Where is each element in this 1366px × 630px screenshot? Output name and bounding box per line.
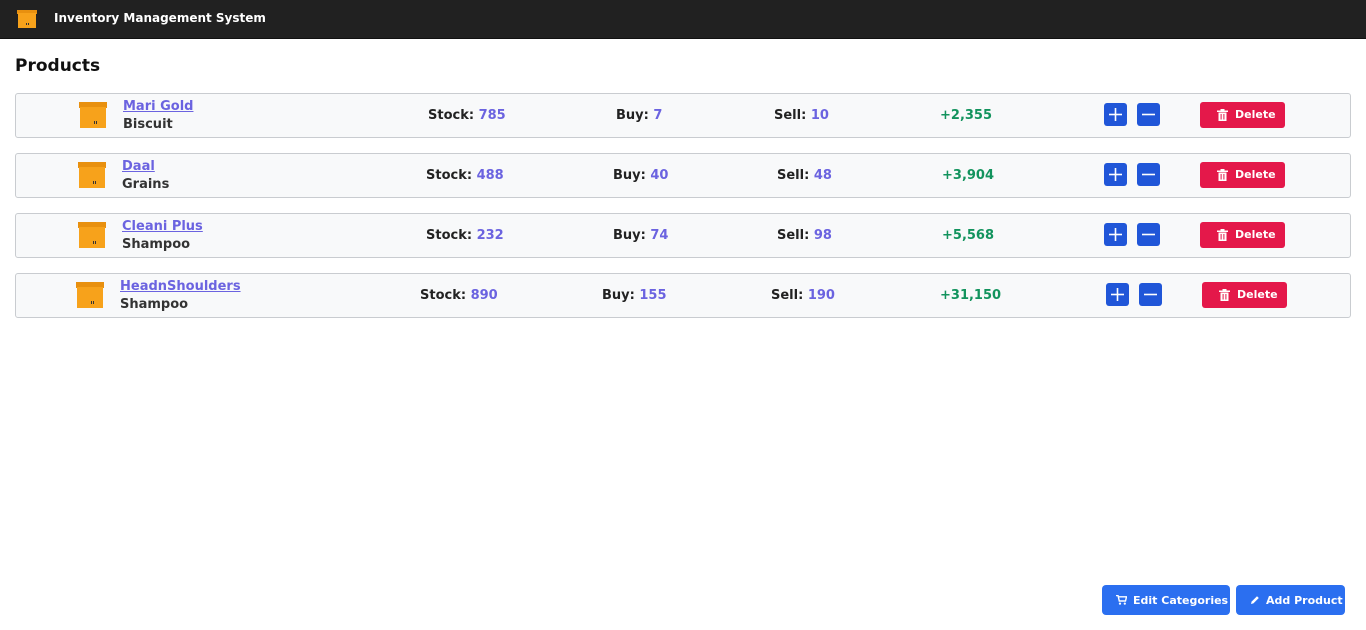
increase-stock-button[interactable] [1106, 283, 1129, 306]
product-name-link[interactable]: Mari Gold [123, 99, 193, 114]
stock-stat: Stock: 488 [426, 168, 504, 183]
stock-value: 232 [476, 228, 504, 243]
increase-stock-button[interactable] [1104, 103, 1127, 126]
product-row: Daal Grains Stock: 488 Buy: 40 Sell: 48 … [15, 153, 1351, 198]
box-icon [79, 102, 107, 128]
minus-icon [1142, 233, 1155, 236]
stock-stat: Stock: 232 [426, 228, 504, 243]
plus-icon [1111, 288, 1124, 301]
product-category: Shampoo [120, 297, 189, 312]
increase-stock-button[interactable] [1104, 163, 1127, 186]
sell-value: 98 [813, 228, 832, 243]
sell-value: 48 [813, 168, 832, 183]
app-title: Inventory Management System [54, 11, 266, 25]
stock-label: Stock: [426, 168, 473, 183]
sell-value: 190 [807, 288, 835, 303]
box-icon [17, 10, 37, 28]
plus-icon [1109, 108, 1122, 121]
sell-label: Sell: [777, 168, 810, 183]
stock-value: 488 [476, 168, 504, 183]
plus-icon [1109, 168, 1122, 181]
edit-categories-label: Edit Categories [1133, 594, 1229, 607]
page-title: Products [15, 56, 101, 76]
buy-value: 155 [639, 288, 667, 303]
sell-label: Sell: [771, 288, 804, 303]
delete-label: Delete [1235, 108, 1276, 121]
top-navbar: Inventory Management System [0, 0, 1366, 39]
sell-label: Sell: [774, 108, 807, 123]
product-name-link[interactable]: Daal [122, 159, 155, 174]
buy-value: 74 [650, 228, 669, 243]
increase-stock-button[interactable] [1104, 223, 1127, 246]
sell-stat: Sell: 10 [774, 108, 829, 123]
delete-button[interactable]: Delete [1200, 162, 1285, 188]
trash-icon [1219, 289, 1230, 301]
box-icon [78, 222, 106, 248]
stock-stat: Stock: 785 [428, 108, 506, 123]
stock-value: 890 [470, 288, 498, 303]
plus-icon [1109, 228, 1122, 241]
product-category: Grains [122, 177, 170, 192]
decrease-stock-button[interactable] [1137, 103, 1160, 126]
box-icon [78, 162, 106, 188]
pencil-icon [1251, 596, 1259, 604]
delete-button[interactable]: Delete [1200, 222, 1285, 248]
stock-value: 785 [478, 108, 506, 123]
decrease-stock-button[interactable] [1137, 223, 1160, 246]
profit-value: +5,568 [942, 228, 995, 243]
add-product-label: Add Product [1266, 594, 1343, 607]
sell-stat: Sell: 98 [777, 228, 832, 243]
product-category: Biscuit [123, 117, 173, 132]
add-product-button[interactable]: Add Product [1236, 585, 1345, 615]
sell-label: Sell: [777, 228, 810, 243]
buy-value: 7 [653, 108, 663, 123]
delete-button[interactable]: Delete [1200, 102, 1285, 128]
minus-icon [1144, 293, 1157, 296]
product-row: Cleani Plus Shampoo Stock: 232 Buy: 74 S… [15, 213, 1351, 258]
product-name-link[interactable]: Cleani Plus [122, 219, 203, 234]
buy-label: Buy: [602, 288, 635, 303]
minus-icon [1142, 173, 1155, 176]
buy-label: Buy: [613, 168, 646, 183]
buy-value: 40 [650, 168, 669, 183]
box-icon [76, 282, 104, 308]
stock-label: Stock: [428, 108, 475, 123]
buy-label: Buy: [616, 108, 649, 123]
delete-label: Delete [1235, 168, 1276, 181]
stock-label: Stock: [420, 288, 467, 303]
decrease-stock-button[interactable] [1139, 283, 1162, 306]
product-name-link[interactable]: HeadnShoulders [120, 279, 241, 294]
stock-label: Stock: [426, 228, 473, 243]
delete-label: Delete [1235, 228, 1276, 241]
buy-stat: Buy: 40 [613, 168, 668, 183]
product-category: Shampoo [122, 237, 191, 252]
product-row: Mari Gold Biscuit Stock: 785 Buy: 7 Sell… [15, 93, 1351, 138]
buy-label: Buy: [613, 228, 646, 243]
buy-stat: Buy: 74 [613, 228, 668, 243]
delete-label: Delete [1237, 288, 1278, 301]
sell-value: 10 [810, 108, 829, 123]
profit-value: +31,150 [940, 288, 1002, 303]
decrease-stock-button[interactable] [1137, 163, 1160, 186]
trash-icon [1217, 109, 1228, 121]
product-row: HeadnShoulders Shampoo Stock: 890 Buy: 1… [15, 273, 1351, 318]
cart-icon [1116, 595, 1127, 605]
sell-stat: Sell: 190 [771, 288, 835, 303]
profit-value: +3,904 [942, 168, 995, 183]
minus-icon [1142, 113, 1155, 116]
buy-stat: Buy: 155 [602, 288, 667, 303]
profit-value: +2,355 [940, 108, 993, 123]
trash-icon [1217, 169, 1228, 181]
stock-stat: Stock: 890 [420, 288, 498, 303]
buy-stat: Buy: 7 [616, 108, 662, 123]
delete-button[interactable]: Delete [1202, 282, 1287, 308]
edit-categories-button[interactable]: Edit Categories [1102, 585, 1230, 615]
trash-icon [1217, 229, 1228, 241]
sell-stat: Sell: 48 [777, 168, 832, 183]
